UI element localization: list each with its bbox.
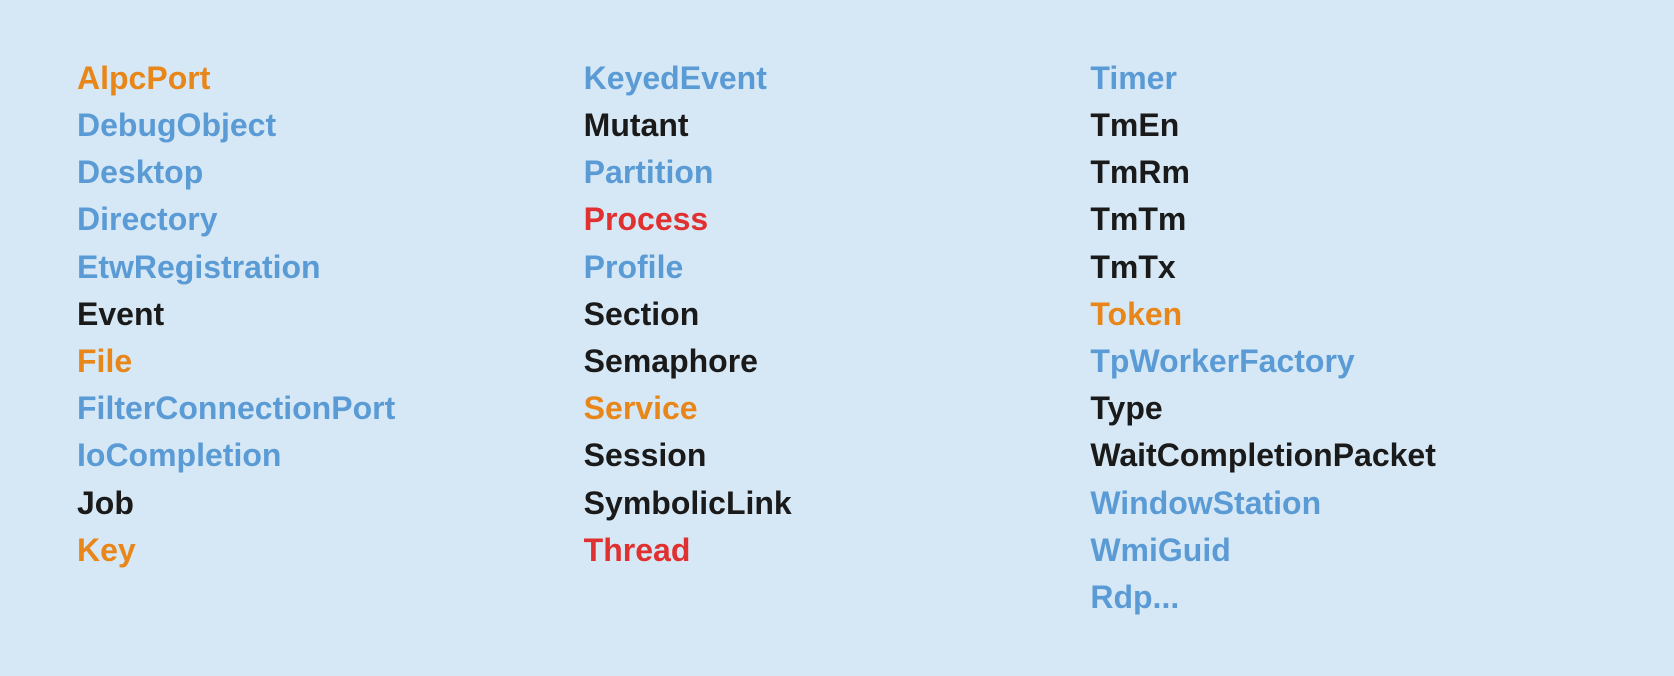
item-debugobject: DebugObject bbox=[77, 104, 584, 147]
item-wmiguid: WmiGuid bbox=[1090, 529, 1597, 572]
item-session: Session bbox=[584, 434, 1091, 477]
item-filterconnectionport: FilterConnectionPort bbox=[77, 387, 584, 430]
item-waitcompletionpacket: WaitCompletionPacket bbox=[1090, 434, 1597, 477]
item-event: Event bbox=[77, 293, 584, 336]
item-alpcport: AlpcPort bbox=[77, 57, 584, 100]
column-col1: AlpcPortDebugObjectDesktopDirectory EtwRe… bbox=[77, 57, 584, 619]
item-tmrm: TmRm bbox=[1090, 151, 1597, 194]
item-tmen: TmEn bbox=[1090, 104, 1597, 147]
item-tmtx: TmTx bbox=[1090, 246, 1597, 289]
item-rdp---: Rdp... bbox=[1090, 576, 1597, 619]
item-windowstation: WindowStation bbox=[1090, 482, 1597, 525]
column-col3: TimerTmEnTmRmTmTm TmTxTokenTpWorkerFactor… bbox=[1090, 57, 1597, 619]
item-file: File bbox=[77, 340, 584, 383]
item-tmtm: TmTm bbox=[1090, 198, 1597, 241]
item-timer: Timer bbox=[1090, 57, 1597, 100]
main-container: AlpcPortDebugObjectDesktopDirectory EtwRe… bbox=[37, 27, 1637, 649]
item-service: Service bbox=[584, 387, 1091, 430]
item-profile: Profile bbox=[584, 246, 1091, 289]
item-etwregistration: EtwRegistration bbox=[77, 246, 584, 289]
item-mutant: Mutant bbox=[584, 104, 1091, 147]
item-job: Job bbox=[77, 482, 584, 525]
item-thread: Thread bbox=[584, 529, 1091, 572]
item-iocompletion: IoCompletion bbox=[77, 434, 584, 477]
item-desktop: Desktop bbox=[77, 151, 584, 194]
item-keyedevent: KeyedEvent bbox=[584, 57, 1091, 100]
item-partition: Partition bbox=[584, 151, 1091, 194]
item-key: Key bbox=[77, 529, 584, 572]
item-type: Type bbox=[1090, 387, 1597, 430]
column-col2: KeyedEventMutantPartitionProcessProfileS… bbox=[584, 57, 1091, 619]
item-token: Token bbox=[1090, 293, 1597, 336]
item-process: Process bbox=[584, 198, 1091, 241]
item-symboliclink: SymbolicLink bbox=[584, 482, 1091, 525]
item-semaphore: Semaphore bbox=[584, 340, 1091, 383]
item-tpworkerfactory: TpWorkerFactory bbox=[1090, 340, 1597, 383]
item-section: Section bbox=[584, 293, 1091, 336]
item-directory: Directory bbox=[77, 198, 584, 241]
